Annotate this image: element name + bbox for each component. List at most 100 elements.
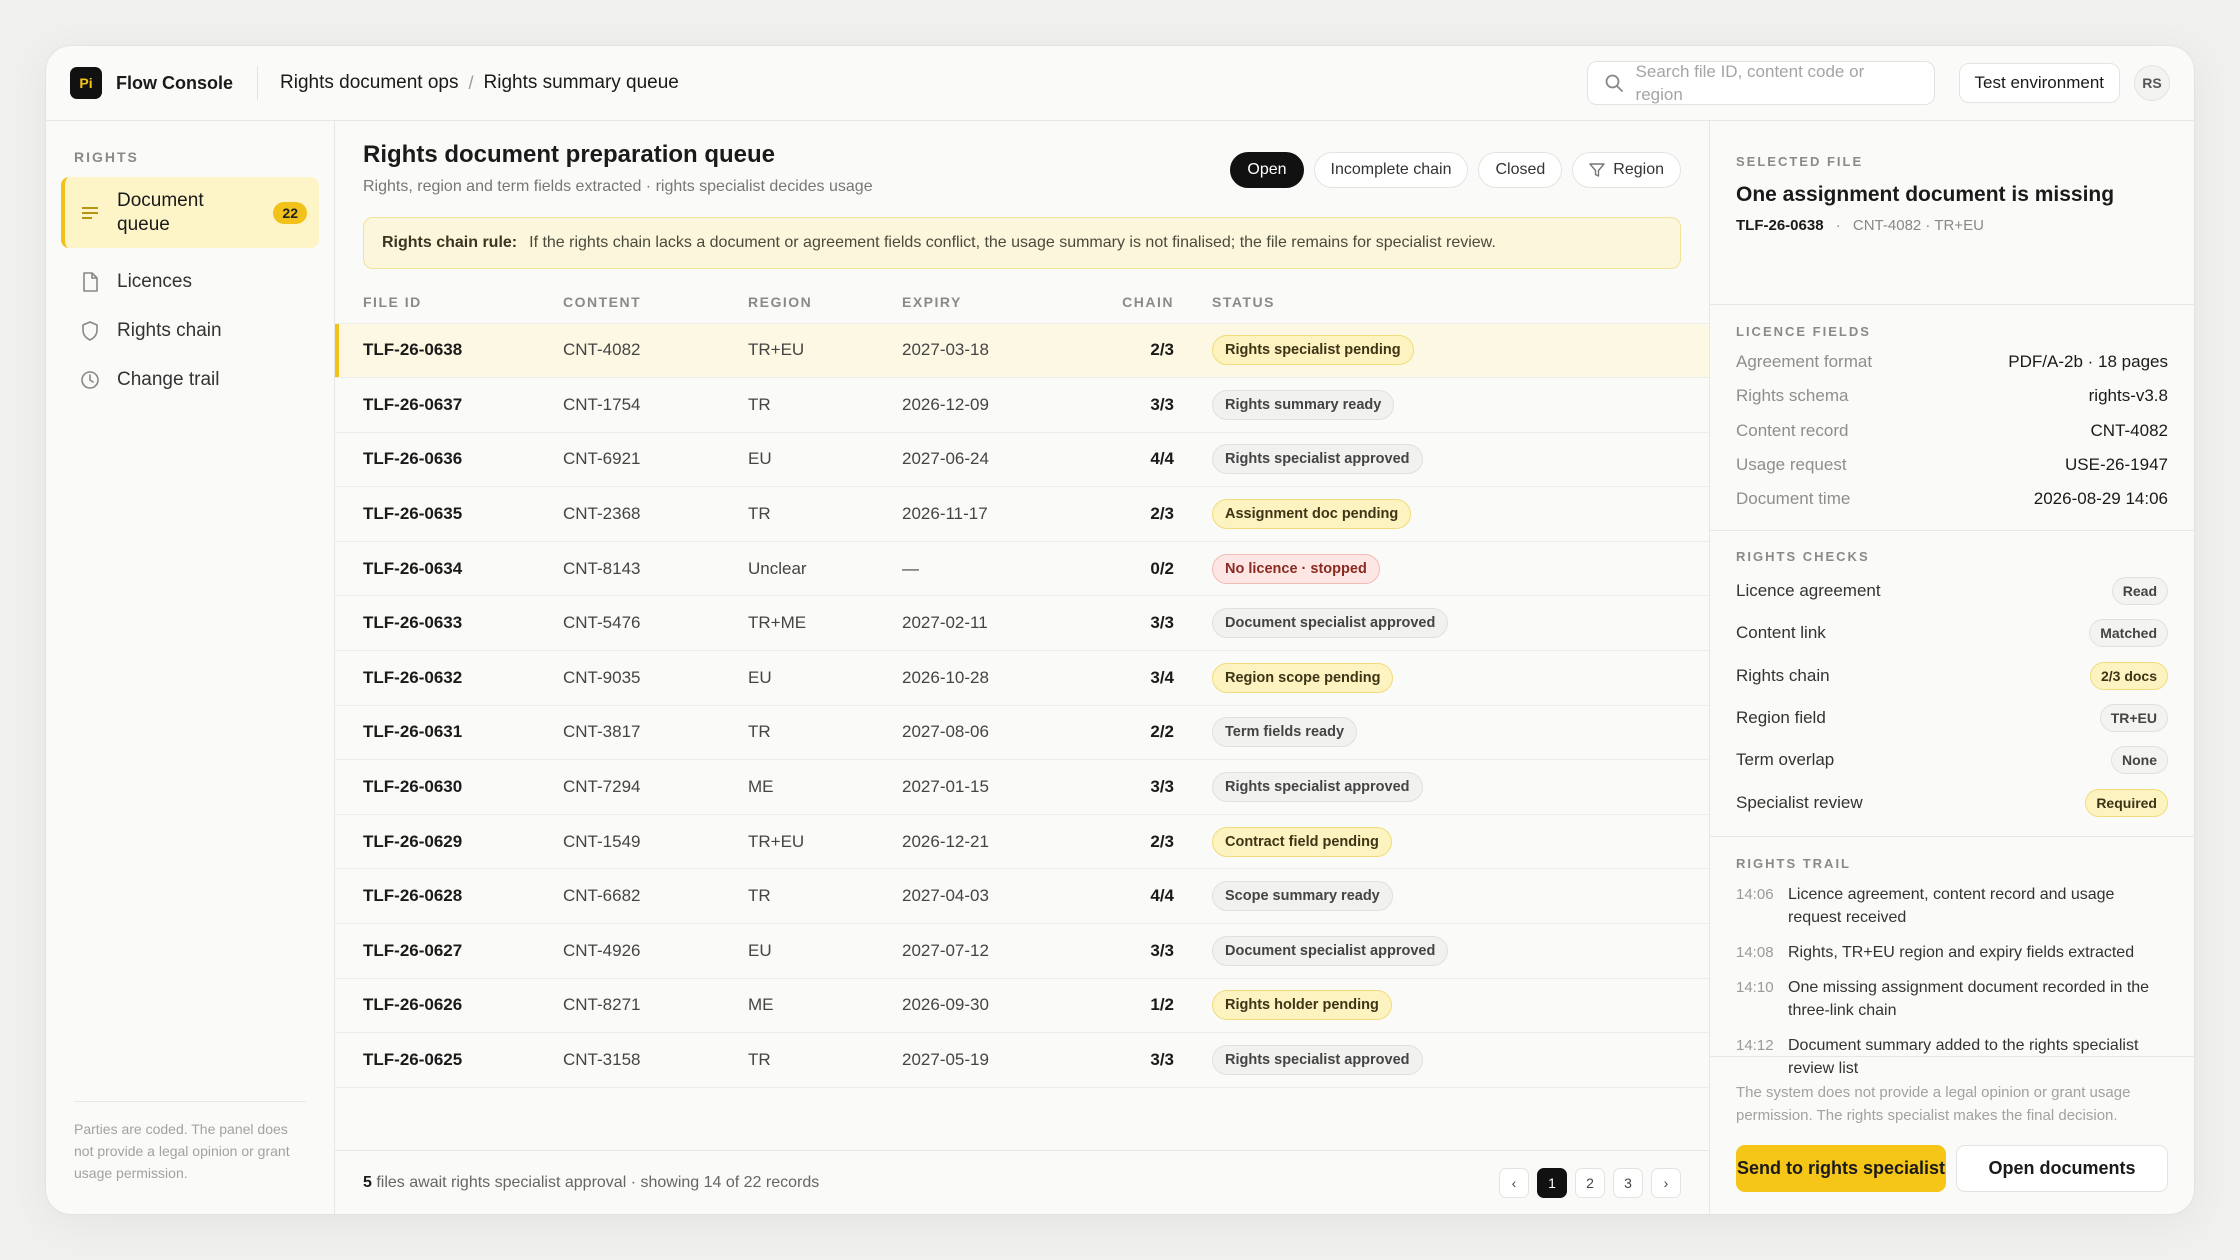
panel-disclaimer: The system does not provide a legal opin… bbox=[1736, 1084, 2131, 1124]
table-row[interactable]: TLF-26-0638 CNT-4082 TR+EU 2027-03-18 2/3 Rig… bbox=[335, 323, 1709, 379]
page-3-button[interactable]: 3 bbox=[1613, 1167, 1643, 1198]
column-header-expiry[interactable]: EXPIRY bbox=[902, 281, 1102, 324]
pagination: ‹ 1 2 3 › bbox=[1499, 1167, 1681, 1198]
file-id-cell: TLF-26-0629 bbox=[335, 814, 563, 870]
open-documents-button[interactable]: Open documents bbox=[1956, 1145, 2168, 1192]
expiry-cell: 2027-06-24 bbox=[902, 432, 1102, 488]
table-row[interactable]: TLF-26-0626 CNT-8271 ME 2026-09-30 1/2 Rights… bbox=[335, 978, 1709, 1034]
send-to-specialist-button[interactable]: Send to rights specialist bbox=[1736, 1145, 1946, 1192]
check-label: Specialist review bbox=[1736, 792, 1863, 812]
sidebar: RIGHTS Document queue 22 Licences Rights… bbox=[46, 121, 335, 1214]
table-row[interactable]: TLF-26-0635 CNT-2368 TR 2026-11-17 2/3 Assign… bbox=[335, 486, 1709, 542]
table-row[interactable]: TLF-26-0634 CNT-8143 Unclear —0/2 No licence… bbox=[335, 541, 1709, 597]
content-cell: CNT-4926 bbox=[563, 923, 748, 979]
page-1-button[interactable]: 1 bbox=[1537, 1167, 1567, 1198]
breadcrumb-item-ops[interactable]: Rights document ops bbox=[280, 72, 459, 94]
status-badge: Rights specialist approved bbox=[1212, 444, 1423, 475]
status-cell: Rights specialist approved bbox=[1174, 759, 1709, 815]
chain-cell: 2/3 bbox=[1102, 814, 1174, 870]
table-row[interactable]: TLF-26-0631 CNT-3817 TR 2027-08-06 2/2 Term f… bbox=[335, 705, 1709, 761]
column-header-status[interactable]: STATUS bbox=[1174, 281, 1709, 324]
rights-check-row: Term overlap None bbox=[1736, 739, 2168, 781]
sidebar-item-label: Document queue bbox=[117, 189, 204, 235]
filter-open[interactable]: Open bbox=[1230, 152, 1304, 188]
rights-checks-title: RIGHTS CHECKS bbox=[1736, 549, 1870, 564]
table-row[interactable]: TLF-26-0636 CNT-6921 EU 2027-06-24 4/4 Rights… bbox=[335, 432, 1709, 488]
table-row[interactable]: TLF-26-0630 CNT-7294 ME 2027-01-15 3/3 Rights… bbox=[335, 759, 1709, 815]
queue-count-badge: 22 bbox=[273, 201, 307, 224]
check-status-badge: TR+EU bbox=[2099, 704, 2168, 733]
chain-cell: 3/3 bbox=[1102, 377, 1174, 433]
column-header-region[interactable]: REGION bbox=[748, 281, 902, 324]
sidebar-item-licences[interactable]: Licences bbox=[61, 265, 319, 299]
chain-cell: 2/2 bbox=[1102, 705, 1174, 761]
sidebar-footer-note: Parties are coded. The panel does not pr… bbox=[74, 1101, 306, 1184]
sidebar-item-rights-chain[interactable]: Rights chain bbox=[61, 314, 319, 348]
top-bar: Pi Flow Console Rights document ops / Ri… bbox=[46, 46, 2194, 121]
column-header-chain[interactable]: CHAIN bbox=[1102, 281, 1174, 324]
table-row[interactable]: TLF-26-0628 CNT-6682 TR 2027-04-03 4/4 Scope … bbox=[335, 868, 1709, 925]
content-cell: CNT-7294 bbox=[563, 759, 748, 815]
status-cell: Region scope pending bbox=[1174, 650, 1709, 706]
table-row[interactable]: TLF-26-0629 CNT-1549 TR+EU 2026-12-21 2/3 Con… bbox=[335, 814, 1709, 870]
next-page-button[interactable]: › bbox=[1651, 1167, 1681, 1198]
file-id-cell: TLF-26-0638 bbox=[335, 323, 563, 379]
search-input[interactable]: Search file ID, content code or region bbox=[1586, 61, 1935, 105]
table-row[interactable]: TLF-26-0625 CNT-3158 TR 2027-05-19 3/3 Rights… bbox=[335, 1032, 1709, 1088]
field-label: Document time bbox=[1736, 489, 1851, 509]
environment-button[interactable]: Test environment bbox=[1958, 63, 2120, 103]
region-cell: TR bbox=[748, 486, 902, 542]
content-cell: CNT-8143 bbox=[563, 541, 748, 597]
table-row[interactable]: TLF-26-0633 CNT-5476 TR+ME 2027-02-11 3/3 Doc… bbox=[335, 595, 1709, 652]
file-id-cell: TLF-26-0632 bbox=[335, 650, 563, 706]
page-2-button[interactable]: 2 bbox=[1575, 1167, 1605, 1198]
rights-check-row: Licence agreement Read bbox=[1736, 570, 2168, 612]
status-badge: Assignment doc pending bbox=[1212, 499, 1412, 530]
awaiting-count: 5 bbox=[363, 1173, 372, 1191]
licence-field-row: Rights schema rights-v3.8 bbox=[1736, 379, 2168, 413]
licence-field-row: Agreement format PDF/A-2b · 18 pages bbox=[1736, 345, 2168, 379]
filter-incomplete-chain[interactable]: Incomplete chain bbox=[1313, 152, 1469, 188]
app-logo[interactable]: Pi bbox=[70, 67, 102, 99]
app-name: Flow Console bbox=[116, 72, 233, 93]
status-cell: Document specialist approved bbox=[1174, 923, 1709, 979]
file-id-cell: TLF-26-0627 bbox=[335, 923, 563, 979]
file-id-cell: TLF-26-0635 bbox=[335, 486, 563, 542]
filter-region[interactable]: Region bbox=[1572, 152, 1681, 188]
status-cell: Term fields ready bbox=[1174, 705, 1709, 761]
sidebar-item-change-trail[interactable]: Change trail bbox=[61, 363, 319, 397]
content-cell: CNT-8271 bbox=[563, 978, 748, 1034]
region-cell: ME bbox=[748, 759, 902, 815]
expiry-cell: 2027-07-12 bbox=[902, 923, 1102, 979]
rights-check-row: Region field TR+EU bbox=[1736, 697, 2168, 739]
table-row[interactable]: TLF-26-0637 CNT-1754 TR 2026-12-09 3/3 Rights… bbox=[335, 377, 1709, 433]
content-cell: CNT-6682 bbox=[563, 868, 748, 925]
region-cell: TR bbox=[748, 868, 902, 925]
check-label: Content link bbox=[1736, 623, 1826, 643]
table-row[interactable]: TLF-26-0627 CNT-4926 EU 2027-07-12 3/3 Docume… bbox=[335, 923, 1709, 979]
field-label: Usage request bbox=[1736, 455, 1847, 475]
chain-cell: 3/3 bbox=[1102, 759, 1174, 815]
prev-page-button[interactable]: ‹ bbox=[1499, 1167, 1529, 1198]
field-value: rights-v3.8 bbox=[2088, 386, 2168, 406]
content-cell: CNT-3817 bbox=[563, 705, 748, 761]
filter-bar: Open Incomplete chain Closed Region bbox=[1230, 152, 1681, 188]
status-cell: Rights specialist pending bbox=[1174, 323, 1709, 379]
status-cell: Rights specialist approved bbox=[1174, 1032, 1709, 1088]
avatar[interactable]: RS bbox=[2134, 65, 2170, 101]
trail-text: Rights, TR+EU region and expiry fields e… bbox=[1788, 944, 2135, 961]
field-label: Rights schema bbox=[1736, 386, 1849, 406]
check-label: Term overlap bbox=[1736, 750, 1835, 770]
column-header-file-id[interactable]: FILE ID bbox=[335, 281, 563, 324]
column-header-content[interactable]: CONTENT bbox=[563, 281, 748, 324]
sidebar-item-document-queue[interactable]: Document queue 22 bbox=[61, 177, 319, 248]
app-window: Pi Flow Console Rights document ops / Ri… bbox=[45, 45, 2195, 1215]
expiry-cell: 2027-02-11 bbox=[902, 595, 1102, 652]
table-row[interactable]: TLF-26-0632 CNT-9035 EU 2026-10-28 3/4 Region… bbox=[335, 650, 1709, 706]
filter-closed[interactable]: Closed bbox=[1478, 152, 1563, 188]
status-cell: No licence · stopped bbox=[1174, 541, 1709, 597]
filter-icon bbox=[1589, 163, 1605, 177]
chain-cell: 3/3 bbox=[1102, 923, 1174, 979]
file-id-cell: TLF-26-0626 bbox=[335, 978, 563, 1034]
sidebar-section-title: RIGHTS bbox=[74, 149, 139, 165]
